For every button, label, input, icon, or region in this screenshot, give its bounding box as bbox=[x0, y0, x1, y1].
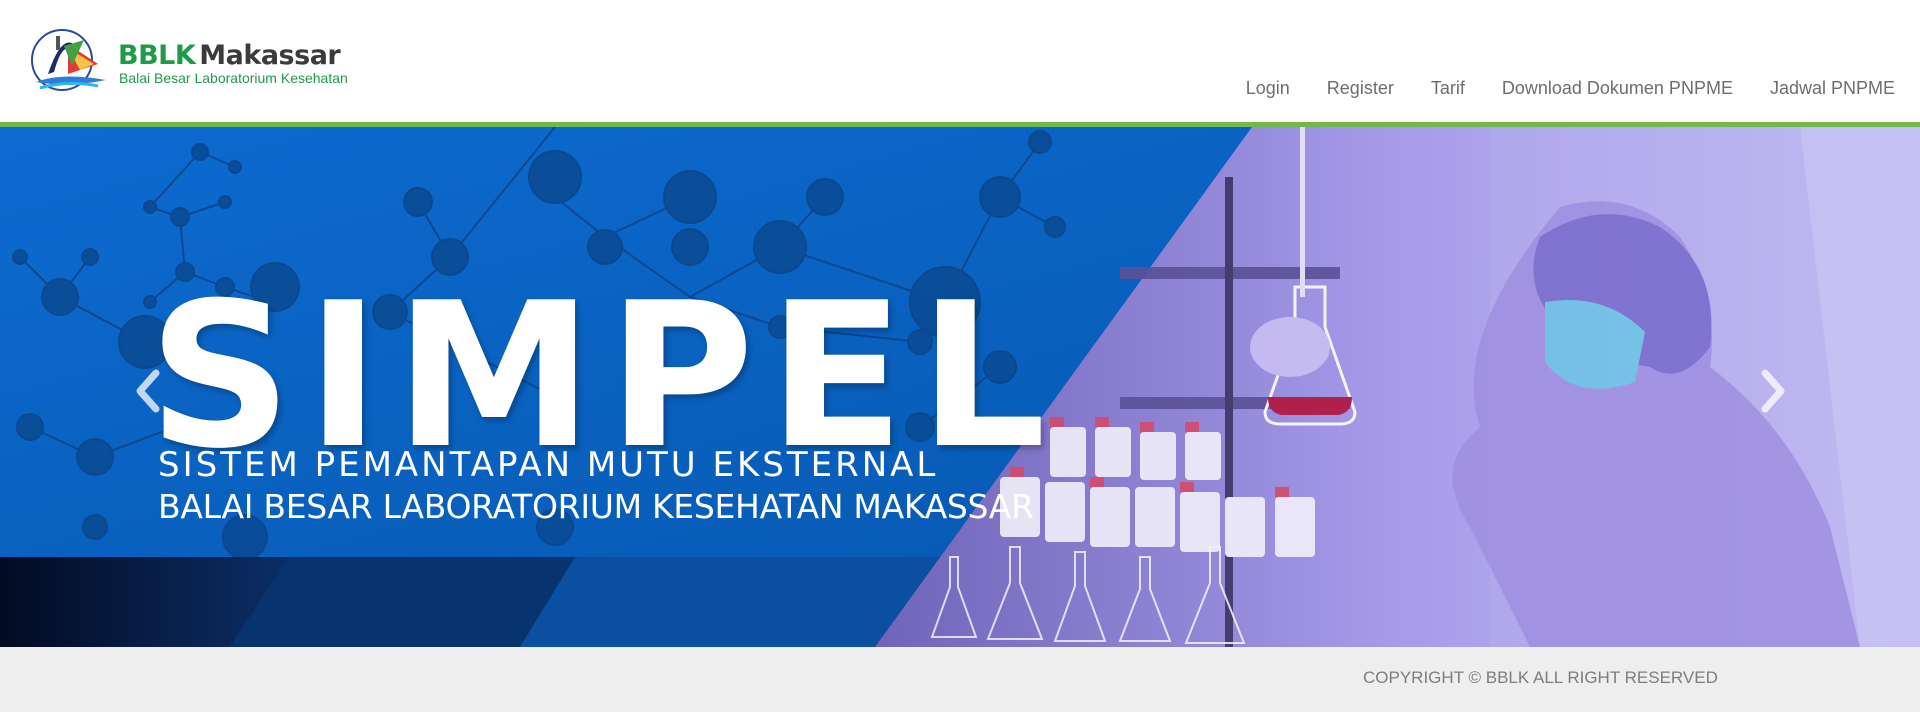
nav-login[interactable]: Login bbox=[1209, 78, 1290, 99]
site-header: BBLK Makassar Balai Besar Laboratorium Ke… bbox=[0, 0, 1920, 122]
brand-city: Makassar bbox=[199, 40, 341, 71]
carousel-next-button[interactable] bbox=[1753, 359, 1793, 423]
banner-subtitle-line2: BALAI BESAR LABORATORIUM KESEHATAN MAKAS… bbox=[158, 487, 1034, 526]
brand-subtitle: Balai Besar Laboratorium Kesehatan bbox=[119, 70, 348, 86]
brand-bblk: BBLK bbox=[118, 40, 196, 71]
nav-register[interactable]: Register bbox=[1290, 78, 1394, 99]
nav-download-dokumen-pnpme[interactable]: Download Dokumen PNPME bbox=[1465, 78, 1733, 99]
nav-jadwal-pnpme[interactable]: Jadwal PNPME bbox=[1733, 78, 1895, 99]
banner-subtitle-line1: SISTEM PEMANTAPAN MUTU EKSTERNAL bbox=[158, 445, 939, 485]
brand-name: BBLK Makassar bbox=[118, 40, 341, 71]
copyright-text: COPYRIGHT © BBLK ALL RIGHT RESERVED bbox=[1363, 668, 1718, 687]
chevron-left-icon bbox=[136, 369, 160, 413]
main-nav: Login Register Tarif Download Dokumen PN… bbox=[1209, 78, 1895, 99]
hero-carousel: SIMPEL SISTEM PEMANTAPAN MUTU EKSTERNAL … bbox=[0, 127, 1920, 647]
nav-tarif[interactable]: Tarif bbox=[1394, 78, 1465, 99]
chevron-right-icon bbox=[1761, 369, 1785, 413]
site-logo[interactable]: BBLK Makassar Balai Besar Laboratorium Ke… bbox=[28, 24, 348, 96]
site-footer: COPYRIGHT © BBLK ALL RIGHT RESERVED bbox=[0, 647, 1920, 712]
bblk-emblem-icon bbox=[31, 29, 106, 91]
carousel-prev-button[interactable] bbox=[128, 359, 168, 423]
